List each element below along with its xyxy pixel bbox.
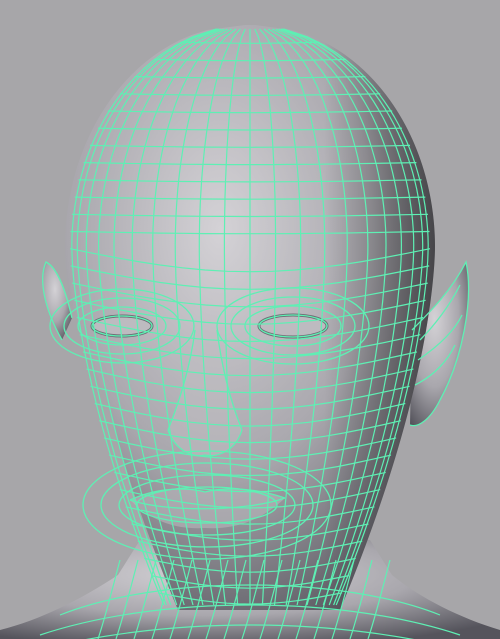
3d-viewport[interactable] [0, 0, 500, 639]
viewport-canvas[interactable] [0, 0, 500, 639]
